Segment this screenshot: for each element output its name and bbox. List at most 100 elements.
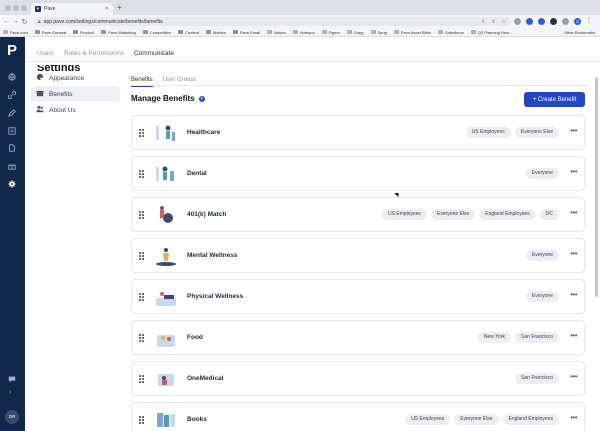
info-icon[interactable]: ? <box>198 95 205 102</box>
scrollbar[interactable] <box>595 77 598 297</box>
pave-logo[interactable]: P <box>5 43 19 59</box>
maximize-window-button[interactable] <box>21 5 27 11</box>
bookmark-item[interactable]: Metrics <box>206 30 226 35</box>
bookmark-item[interactable]: Sprig <box>370 29 387 35</box>
user-group-chip: Everyone <box>525 291 559 302</box>
folder-icon <box>73 30 79 34</box>
benefit-card[interactable]: Mental Wellness Everyone ••• <box>131 238 585 273</box>
user-group-chip: San Francisco <box>515 332 559 343</box>
bookmark-item[interactable]: Notion <box>267 30 286 35</box>
bookmark-item[interactable]: Figma <box>321 29 340 35</box>
benefit-card[interactable]: Books US Employees Everyone Else England Em… <box>131 402 585 431</box>
gift-icon[interactable] <box>7 161 17 171</box>
bookmark-label: Sprig <box>377 29 387 35</box>
drag-handle-icon[interactable] <box>139 211 144 219</box>
minimize-window-button[interactable] <box>13 5 19 11</box>
more-options-icon[interactable]: ••• <box>570 372 577 381</box>
link-icon[interactable] <box>7 90 17 100</box>
gear-icon[interactable] <box>7 179 17 189</box>
bookmark-label: Pave Asset Bible <box>400 29 431 35</box>
bookmark-item[interactable]: Pave General <box>34 30 66 35</box>
bookmark-item[interactable]: Content <box>177 30 199 35</box>
extension-icon[interactable] <box>550 18 557 25</box>
bookmark-item[interactable]: Salesforce <box>437 29 464 35</box>
close-tab-icon[interactable]: ✕ <box>105 6 109 12</box>
bookmark-item[interactable]: Pave Asset Bible <box>393 29 431 35</box>
expand-rail-icon[interactable]: › <box>9 389 11 396</box>
side-nav-item-benefits[interactable]: Benefits <box>31 86 120 102</box>
chat-icon[interactable] <box>7 374 17 384</box>
user-group-chips: US Employees Everyone Else <box>465 127 559 138</box>
side-nav-item-about-us[interactable]: About Us <box>31 102 120 118</box>
globe-icon[interactable] <box>7 72 17 82</box>
bookmark-label: Figma <box>328 29 340 35</box>
user-group-chip: Everyone Else <box>454 414 499 425</box>
bookmark-item[interactable]: Gong <box>346 30 364 35</box>
benefit-card[interactable]: Food New York San Francisco ••• <box>131 320 585 355</box>
puzzle-icon[interactable] <box>562 18 569 25</box>
user-group-chip: England Employees <box>502 414 559 425</box>
forward-icon[interactable]: → <box>11 18 20 25</box>
bookmark-label: Salesforce <box>444 29 464 35</box>
bookmark-item[interactable]: Pave Email <box>232 30 260 35</box>
more-options-icon[interactable]: ••• <box>570 331 577 340</box>
main-content: Benefits User Groups Manage Benefits ? + … <box>131 70 589 431</box>
drag-handle-icon[interactable] <box>139 129 144 137</box>
browser-tab[interactable]: P Pave ✕ <box>31 3 113 15</box>
extension-icon[interactable] <box>514 18 521 25</box>
bookmark-item[interactable]: Pave.com <box>3 30 28 35</box>
side-nav-item-appearance[interactable]: Appearance <box>31 70 120 86</box>
new-tab-button[interactable]: + <box>117 3 122 12</box>
people-icon[interactable] <box>7 126 17 136</box>
bookmark-star-icon[interactable]: ☆ <box>502 19 506 25</box>
create-benefit-button[interactable]: + Create Benefit <box>524 92 585 107</box>
bookmark-item[interactable]: Pave Marketing <box>101 30 136 35</box>
drag-handle-icon[interactable] <box>139 170 144 178</box>
bookmark-item[interactable]: Q3 Planning Hom... <box>470 30 513 35</box>
pave-favicon-icon: P <box>35 6 41 12</box>
bookmark-item[interactable]: Hubspot <box>292 30 315 35</box>
share-icon[interactable]: ⇪ <box>491 19 495 25</box>
install-icon[interactable]: ⇩ <box>481 19 485 25</box>
user-group-chip: Everyone Else <box>431 209 476 220</box>
back-icon[interactable]: ← <box>2 18 11 25</box>
drag-handle-icon[interactable] <box>139 334 144 342</box>
benefit-card[interactable]: Dental Everyone ••• <box>131 156 585 191</box>
more-options-icon[interactable]: ••• <box>570 413 577 422</box>
reload-icon[interactable]: ↻ <box>20 18 29 26</box>
user-group-chip: US Employees <box>465 127 511 138</box>
benefit-card[interactable]: Physical Wellness Everyone ••• <box>131 279 585 314</box>
more-options-icon[interactable]: ••• <box>570 126 577 135</box>
user-group-chip: US Employees <box>405 414 451 425</box>
more-options-icon[interactable]: ••• <box>570 249 577 258</box>
bookmark-item[interactable]: Competitive <box>142 30 171 35</box>
drag-handle-icon[interactable] <box>139 375 144 383</box>
close-window-button[interactable] <box>5 5 11 11</box>
kebab-menu-icon[interactable]: ⋮ <box>586 18 592 25</box>
pencil-icon[interactable] <box>7 108 17 118</box>
other-bookmarks[interactable]: Other Bookmarks <box>557 28 595 36</box>
document-icon[interactable] <box>7 143 17 153</box>
extension-icon[interactable] <box>526 18 533 25</box>
profile-avatar[interactable]: G <box>574 18 581 25</box>
bookmark-item[interactable]: Product <box>73 30 94 35</box>
benefit-card[interactable]: 401(k) Match US Employees Everyone Else Eng… <box>131 197 585 232</box>
benefit-name: Books <box>187 416 207 423</box>
browser-tab-bar: P Pave ✕ + <box>0 0 600 15</box>
more-options-icon[interactable]: ••• <box>570 208 577 217</box>
user-group-chip: Everyone Else <box>514 127 559 138</box>
more-options-icon[interactable]: ••• <box>570 290 577 299</box>
people-icon <box>36 105 44 115</box>
drag-handle-icon[interactable] <box>139 293 144 301</box>
user-group-chips: Everyone <box>525 291 559 302</box>
extension-icon[interactable] <box>538 18 545 25</box>
benefit-card[interactable]: Healthcare US Employees Everyone Else ••• <box>131 115 585 150</box>
tab-user-groups[interactable]: User Groups <box>163 77 197 83</box>
benefit-card[interactable]: OneMedical San Francisco ••• <box>131 361 585 396</box>
drag-handle-icon[interactable] <box>139 416 144 424</box>
drag-handle-icon[interactable] <box>139 252 144 260</box>
avatar[interactable]: DR <box>5 410 19 424</box>
address-bar[interactable]: 🔒︎ app.pave.com/settings/communicate/ben… <box>33 17 511 26</box>
bookmark-icon <box>3 30 8 34</box>
more-options-icon[interactable]: ••• <box>570 167 577 176</box>
